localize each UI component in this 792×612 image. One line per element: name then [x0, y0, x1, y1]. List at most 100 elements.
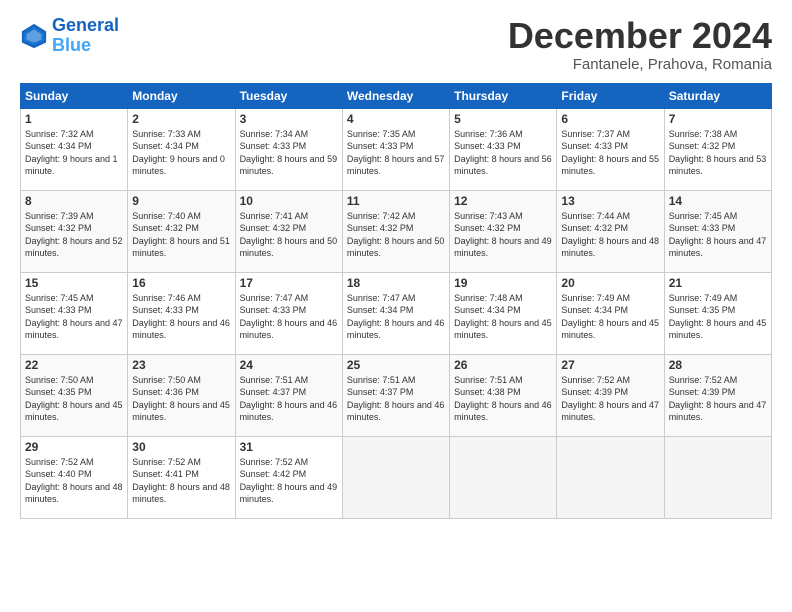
day-info: Sunrise: 7:48 AMSunset: 4:34 PMDaylight:… [454, 293, 552, 341]
day-number: 31 [240, 440, 338, 454]
day-cell [664, 436, 771, 518]
header-cell-thursday: Thursday [450, 83, 557, 108]
day-number: 11 [347, 194, 445, 208]
day-info: Sunrise: 7:49 AMSunset: 4:34 PMDaylight:… [561, 293, 659, 341]
day-cell: 24 Sunrise: 7:51 AMSunset: 4:37 PMDaylig… [235, 354, 342, 436]
header-cell-tuesday: Tuesday [235, 83, 342, 108]
day-info: Sunrise: 7:39 AMSunset: 4:32 PMDaylight:… [25, 211, 123, 259]
header-cell-friday: Friday [557, 83, 664, 108]
day-cell: 8 Sunrise: 7:39 AMSunset: 4:32 PMDayligh… [21, 190, 128, 272]
day-number: 5 [454, 112, 552, 126]
day-info: Sunrise: 7:32 AMSunset: 4:34 PMDaylight:… [25, 129, 118, 177]
day-number: 13 [561, 194, 659, 208]
header: General Blue December 2024 Fantanele, Pr… [20, 16, 772, 73]
week-row-5: 29 Sunrise: 7:52 AMSunset: 4:40 PMDaylig… [21, 436, 772, 518]
day-cell: 3 Sunrise: 7:34 AMSunset: 4:33 PMDayligh… [235, 108, 342, 190]
day-info: Sunrise: 7:45 AMSunset: 4:33 PMDaylight:… [669, 211, 767, 259]
day-cell: 18 Sunrise: 7:47 AMSunset: 4:34 PMDaylig… [342, 272, 449, 354]
week-row-3: 15 Sunrise: 7:45 AMSunset: 4:33 PMDaylig… [21, 272, 772, 354]
day-cell: 7 Sunrise: 7:38 AMSunset: 4:32 PMDayligh… [664, 108, 771, 190]
day-number: 26 [454, 358, 552, 372]
day-info: Sunrise: 7:45 AMSunset: 4:33 PMDaylight:… [25, 293, 123, 341]
calendar-body: 1 Sunrise: 7:32 AMSunset: 4:34 PMDayligh… [21, 108, 772, 518]
title-block: December 2024 Fantanele, Prahova, Romani… [508, 16, 772, 73]
day-info: Sunrise: 7:37 AMSunset: 4:33 PMDaylight:… [561, 129, 659, 177]
day-cell [557, 436, 664, 518]
day-cell: 6 Sunrise: 7:37 AMSunset: 4:33 PMDayligh… [557, 108, 664, 190]
day-cell: 19 Sunrise: 7:48 AMSunset: 4:34 PMDaylig… [450, 272, 557, 354]
day-number: 14 [669, 194, 767, 208]
day-number: 12 [454, 194, 552, 208]
day-info: Sunrise: 7:47 AMSunset: 4:33 PMDaylight:… [240, 293, 338, 341]
day-cell: 14 Sunrise: 7:45 AMSunset: 4:33 PMDaylig… [664, 190, 771, 272]
day-number: 25 [347, 358, 445, 372]
day-number: 27 [561, 358, 659, 372]
day-info: Sunrise: 7:36 AMSunset: 4:33 PMDaylight:… [454, 129, 552, 177]
day-cell: 10 Sunrise: 7:41 AMSunset: 4:32 PMDaylig… [235, 190, 342, 272]
day-number: 7 [669, 112, 767, 126]
location-subtitle: Fantanele, Prahova, Romania [508, 56, 772, 73]
day-info: Sunrise: 7:52 AMSunset: 4:42 PMDaylight:… [240, 457, 338, 505]
day-info: Sunrise: 7:52 AMSunset: 4:39 PMDaylight:… [669, 375, 767, 423]
day-cell: 26 Sunrise: 7:51 AMSunset: 4:38 PMDaylig… [450, 354, 557, 436]
day-number: 1 [25, 112, 123, 126]
day-info: Sunrise: 7:52 AMSunset: 4:39 PMDaylight:… [561, 375, 659, 423]
day-info: Sunrise: 7:33 AMSunset: 4:34 PMDaylight:… [132, 129, 225, 177]
day-cell: 9 Sunrise: 7:40 AMSunset: 4:32 PMDayligh… [128, 190, 235, 272]
page-container: General Blue December 2024 Fantanele, Pr… [0, 0, 792, 529]
day-number: 20 [561, 276, 659, 290]
day-cell: 4 Sunrise: 7:35 AMSunset: 4:33 PMDayligh… [342, 108, 449, 190]
day-info: Sunrise: 7:50 AMSunset: 4:35 PMDaylight:… [25, 375, 123, 423]
day-info: Sunrise: 7:34 AMSunset: 4:33 PMDaylight:… [240, 129, 338, 177]
day-cell: 5 Sunrise: 7:36 AMSunset: 4:33 PMDayligh… [450, 108, 557, 190]
day-info: Sunrise: 7:50 AMSunset: 4:36 PMDaylight:… [132, 375, 230, 423]
day-info: Sunrise: 7:52 AMSunset: 4:41 PMDaylight:… [132, 457, 230, 505]
day-cell: 15 Sunrise: 7:45 AMSunset: 4:33 PMDaylig… [21, 272, 128, 354]
logo-text: General Blue [52, 16, 119, 56]
day-number: 24 [240, 358, 338, 372]
day-number: 28 [669, 358, 767, 372]
week-row-4: 22 Sunrise: 7:50 AMSunset: 4:35 PMDaylig… [21, 354, 772, 436]
day-cell: 30 Sunrise: 7:52 AMSunset: 4:41 PMDaylig… [128, 436, 235, 518]
week-row-1: 1 Sunrise: 7:32 AMSunset: 4:34 PMDayligh… [21, 108, 772, 190]
header-cell-sunday: Sunday [21, 83, 128, 108]
day-cell: 13 Sunrise: 7:44 AMSunset: 4:32 PMDaylig… [557, 190, 664, 272]
calendar-header: SundayMondayTuesdayWednesdayThursdayFrid… [21, 83, 772, 108]
day-cell: 11 Sunrise: 7:42 AMSunset: 4:32 PMDaylig… [342, 190, 449, 272]
header-cell-saturday: Saturday [664, 83, 771, 108]
day-cell: 2 Sunrise: 7:33 AMSunset: 4:34 PMDayligh… [128, 108, 235, 190]
day-info: Sunrise: 7:52 AMSunset: 4:40 PMDaylight:… [25, 457, 123, 505]
day-cell: 27 Sunrise: 7:52 AMSunset: 4:39 PMDaylig… [557, 354, 664, 436]
day-number: 8 [25, 194, 123, 208]
day-cell: 1 Sunrise: 7:32 AMSunset: 4:34 PMDayligh… [21, 108, 128, 190]
day-info: Sunrise: 7:35 AMSunset: 4:33 PMDaylight:… [347, 129, 445, 177]
day-cell [342, 436, 449, 518]
day-info: Sunrise: 7:44 AMSunset: 4:32 PMDaylight:… [561, 211, 659, 259]
day-info: Sunrise: 7:41 AMSunset: 4:32 PMDaylight:… [240, 211, 338, 259]
day-cell: 22 Sunrise: 7:50 AMSunset: 4:35 PMDaylig… [21, 354, 128, 436]
day-cell: 17 Sunrise: 7:47 AMSunset: 4:33 PMDaylig… [235, 272, 342, 354]
day-info: Sunrise: 7:51 AMSunset: 4:38 PMDaylight:… [454, 375, 552, 423]
day-number: 2 [132, 112, 230, 126]
day-info: Sunrise: 7:38 AMSunset: 4:32 PMDaylight:… [669, 129, 767, 177]
day-info: Sunrise: 7:47 AMSunset: 4:34 PMDaylight:… [347, 293, 445, 341]
day-info: Sunrise: 7:51 AMSunset: 4:37 PMDaylight:… [347, 375, 445, 423]
day-info: Sunrise: 7:51 AMSunset: 4:37 PMDaylight:… [240, 375, 338, 423]
day-number: 23 [132, 358, 230, 372]
day-info: Sunrise: 7:42 AMSunset: 4:32 PMDaylight:… [347, 211, 445, 259]
day-number: 22 [25, 358, 123, 372]
week-row-2: 8 Sunrise: 7:39 AMSunset: 4:32 PMDayligh… [21, 190, 772, 272]
day-cell: 16 Sunrise: 7:46 AMSunset: 4:33 PMDaylig… [128, 272, 235, 354]
day-number: 17 [240, 276, 338, 290]
month-title: December 2024 [508, 16, 772, 56]
day-info: Sunrise: 7:43 AMSunset: 4:32 PMDaylight:… [454, 211, 552, 259]
header-cell-monday: Monday [128, 83, 235, 108]
calendar-table: SundayMondayTuesdayWednesdayThursdayFrid… [20, 83, 772, 519]
day-info: Sunrise: 7:46 AMSunset: 4:33 PMDaylight:… [132, 293, 230, 341]
day-number: 10 [240, 194, 338, 208]
day-cell: 20 Sunrise: 7:49 AMSunset: 4:34 PMDaylig… [557, 272, 664, 354]
logo-icon [20, 22, 48, 50]
day-number: 15 [25, 276, 123, 290]
day-cell: 31 Sunrise: 7:52 AMSunset: 4:42 PMDaylig… [235, 436, 342, 518]
day-number: 18 [347, 276, 445, 290]
